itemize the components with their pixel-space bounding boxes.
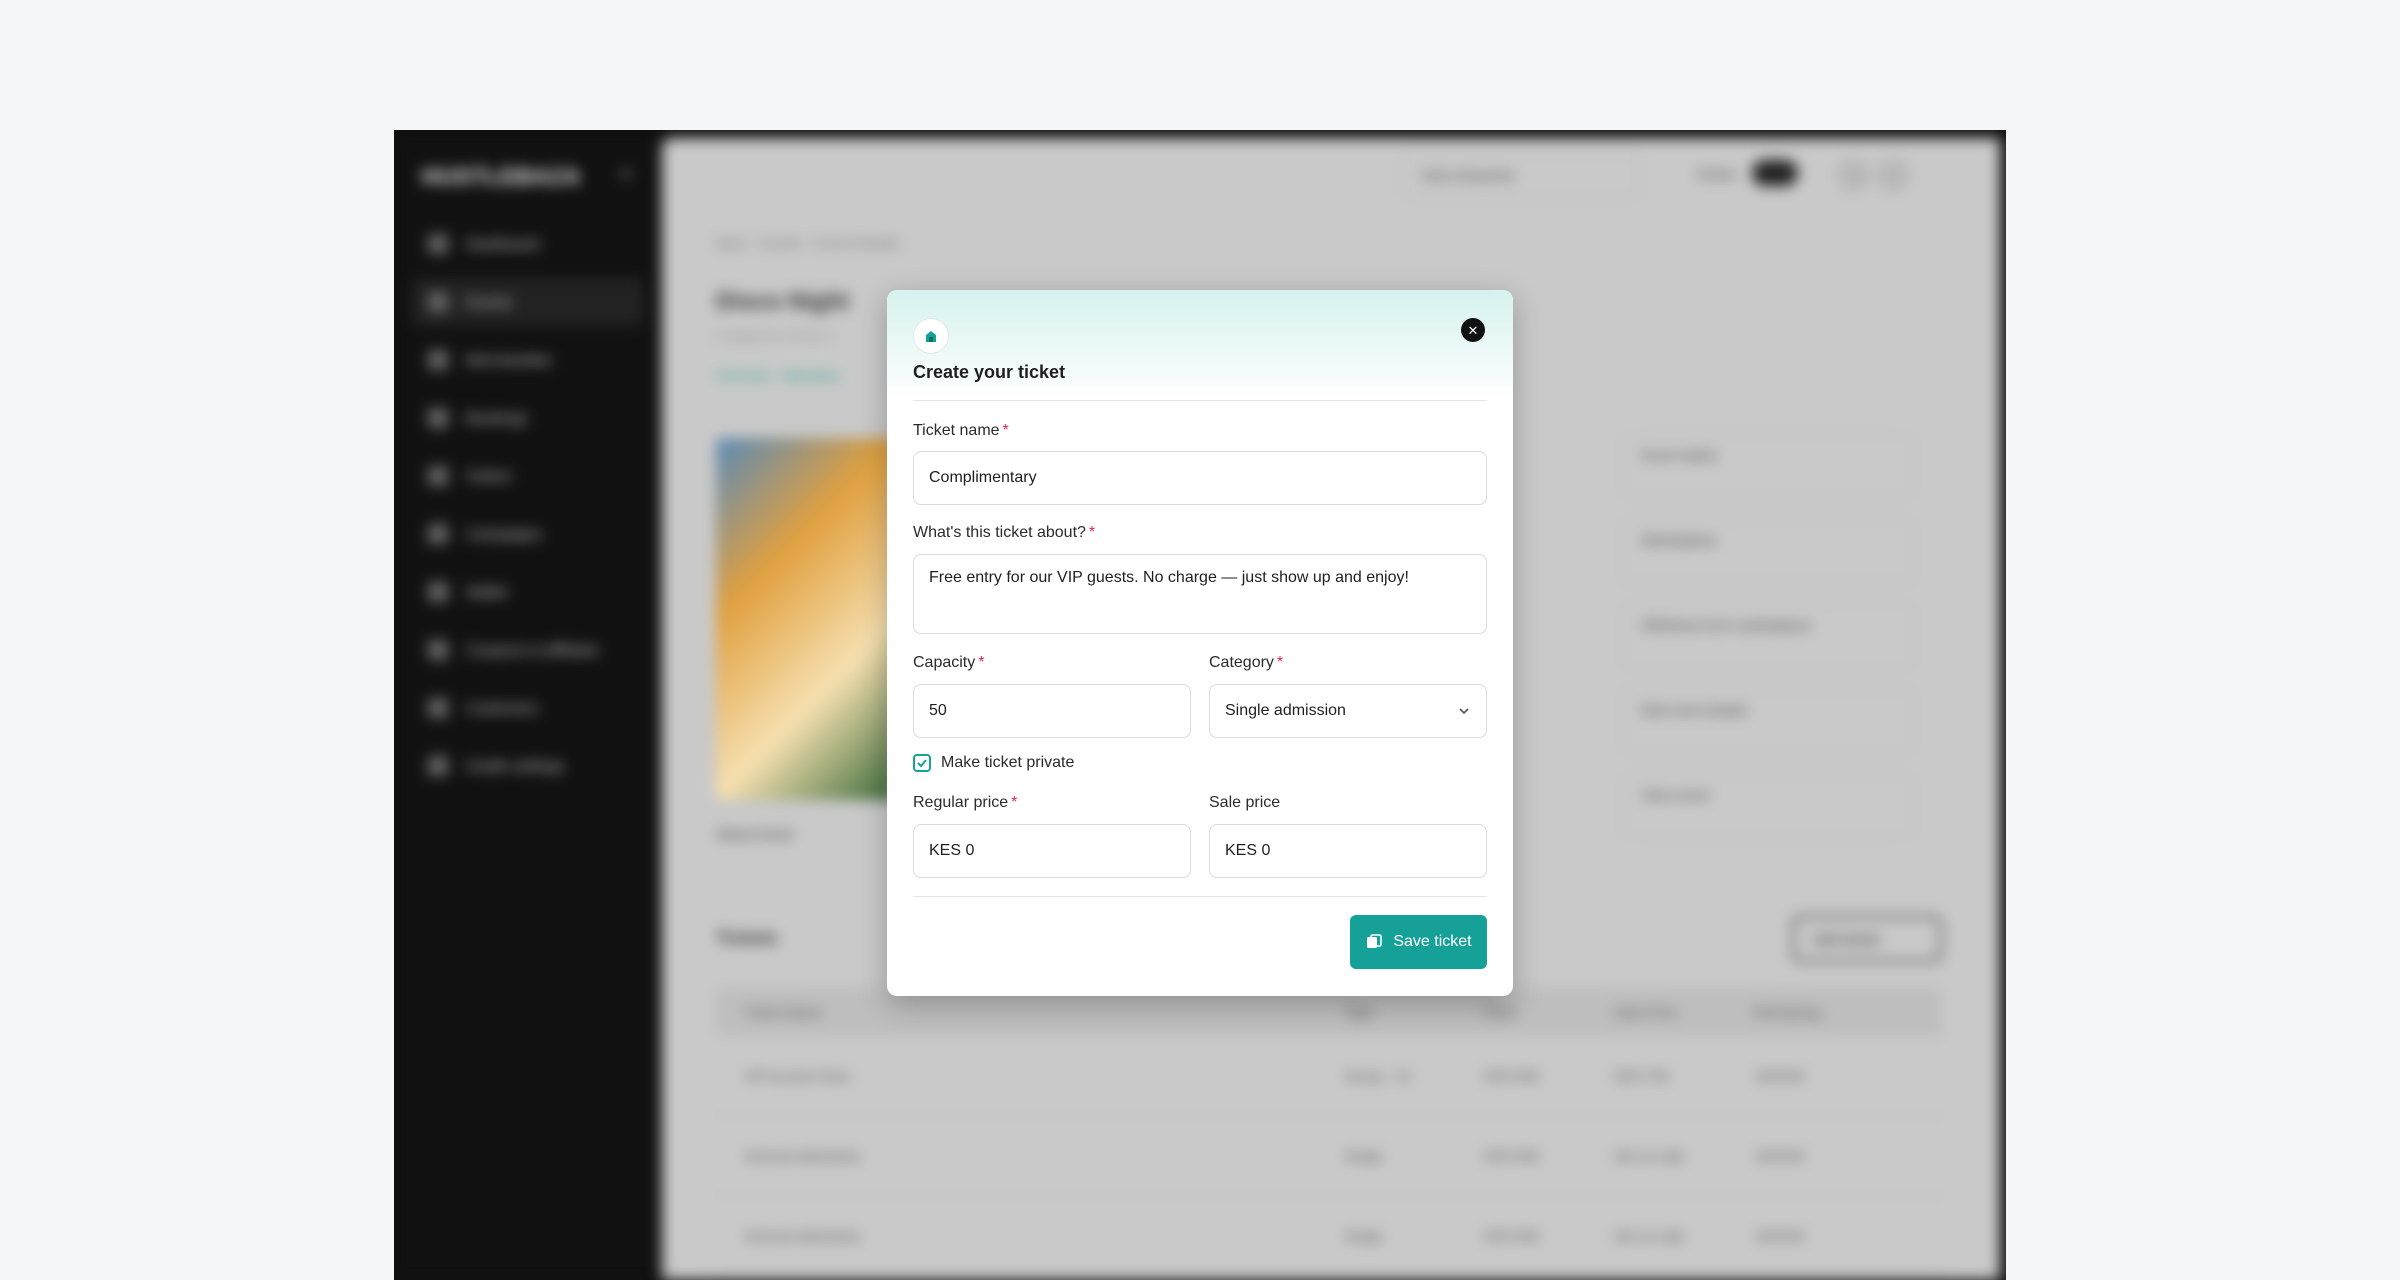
modal-title: Create your ticket (913, 362, 1066, 382)
make-private-label: Make ticket private (941, 754, 1075, 771)
category-label: Category * (1209, 654, 1284, 671)
ticket-name-label: Ticket name * (913, 422, 1009, 439)
sidebar-nav: Dashboard Events Merchandise Bookings Or… (412, 220, 644, 800)
sidebar-item-customers[interactable]: Customers (412, 684, 644, 732)
save-ticket-button[interactable]: Save ticket (1350, 915, 1487, 969)
share-event-link[interactable]: Share Event (716, 826, 793, 842)
footer-divider (913, 896, 1487, 897)
bell-icon[interactable] (1837, 158, 1871, 192)
sidebar: HUSTLEBAZA « Dashboard Events Merchandis… (394, 130, 662, 1280)
modal-header-gradient (887, 290, 1513, 400)
customers-icon (428, 698, 448, 718)
tab-attendees[interactable]: Attendees (781, 368, 840, 383)
event-image (716, 438, 896, 800)
dashboard-icon (428, 234, 448, 254)
ticket-name-input[interactable] (913, 451, 1487, 505)
online-label: Online (1696, 166, 1737, 182)
withdraw-marketplace-button[interactable]: Withdraw from marketplace (1622, 604, 1914, 668)
chevron-down-icon (1459, 708, 1469, 715)
table-row[interactable]: VIP Access Pass Group - 10 KES 800 KES 7… (716, 1036, 1942, 1116)
make-private-checkbox[interactable] (913, 754, 931, 772)
sidebar-item-campaigns[interactable]: Campaigns (412, 510, 644, 558)
sidebar-item-coupons[interactable]: Coupons & affiliates (412, 626, 644, 674)
avatar[interactable] (1876, 158, 1910, 192)
check-icon (917, 759, 927, 768)
tickets-heading: Tickets (716, 928, 778, 948)
event-status-card[interactable]: Event status (1622, 434, 1914, 498)
bookings-icon (428, 408, 448, 428)
table-row[interactable]: General admission Single KES 800 Not on … (716, 1196, 1942, 1276)
save-ticket-label: Save ticket (1393, 933, 1472, 950)
sidebar-item-dashboard[interactable]: Dashboard (412, 220, 644, 268)
add-tickets-button[interactable]: Add tickets (1792, 916, 1942, 962)
app-logo: HUSTLEBAZA (422, 164, 582, 189)
create-ticket-modal: ✕ Create your ticket Ticket name* What's… (887, 290, 1513, 996)
sale-price-label: Sale price (1209, 794, 1281, 811)
wallet-icon (428, 582, 448, 602)
tickets-table: Ticket Name Type Price Sale Price Remain… (716, 988, 1942, 1276)
campaigns-icon (428, 524, 448, 544)
merchandise-icon (428, 350, 448, 370)
orders-icon (428, 466, 448, 486)
top-bar: Sola enterprise Online (662, 138, 2000, 204)
page-title: Disco Night (716, 288, 850, 315)
make-private-checkbox-row[interactable]: Make ticket private (913, 754, 1074, 772)
category-value: Single admission (1225, 702, 1346, 719)
page-tabs: Overview Attendees (716, 368, 840, 383)
marketplace-card: Marketplace (1622, 519, 1914, 583)
sale-price-input[interactable] (1209, 824, 1487, 878)
ticket-about-label: What's this ticket about? * (913, 524, 1096, 541)
business-switcher[interactable]: Sola enterprise (1402, 154, 1640, 198)
created-date: Created on 15 Oct 2 (716, 328, 834, 343)
sidebar-item-orders[interactable]: Orders (412, 452, 644, 500)
coupon-icon (428, 640, 448, 660)
view-event-button[interactable]: View event (1622, 774, 1914, 838)
sidebar-item-wallet[interactable]: Wallet (412, 568, 644, 616)
online-toggle[interactable] (1752, 160, 1798, 186)
capacity-label: Capacity * (913, 654, 985, 671)
sidebar-item-events[interactable]: Events (412, 278, 644, 326)
ticket-logo-icon (913, 318, 949, 354)
sidebar-item-bookings[interactable]: Bookings (412, 394, 644, 442)
regular-price-input[interactable] (913, 824, 1191, 878)
ticket-icon (1367, 934, 1383, 948)
sidebar-item-settings[interactable]: Hustle settings (412, 742, 644, 790)
gear-icon (428, 756, 448, 776)
ticket-about-textarea[interactable]: Free entry for our VIP guests. No charge… (913, 554, 1487, 634)
edit-event-button[interactable]: Edit event details (1622, 689, 1914, 753)
regular-price-label: Regular price * (913, 794, 1018, 811)
event-actions-panel: Event status Marketplace Withdraw from m… (1622, 434, 1914, 859)
header-divider (913, 400, 1487, 401)
close-icon[interactable]: ✕ (1461, 318, 1485, 342)
category-select[interactable]: Single admission (1209, 684, 1487, 738)
capacity-input[interactable] (913, 684, 1191, 738)
back-link[interactable]: Back (716, 235, 747, 251)
table-row[interactable]: General admission Single KES 800 Not on … (716, 1116, 1942, 1196)
events-icon (428, 292, 448, 312)
collapse-sidebar-icon[interactable]: « (620, 160, 632, 186)
sidebar-item-merchandise[interactable]: Merchandise (412, 336, 644, 384)
tab-overview[interactable]: Overview (716, 368, 770, 383)
breadcrumb: Back Events / Event Details (716, 235, 900, 251)
